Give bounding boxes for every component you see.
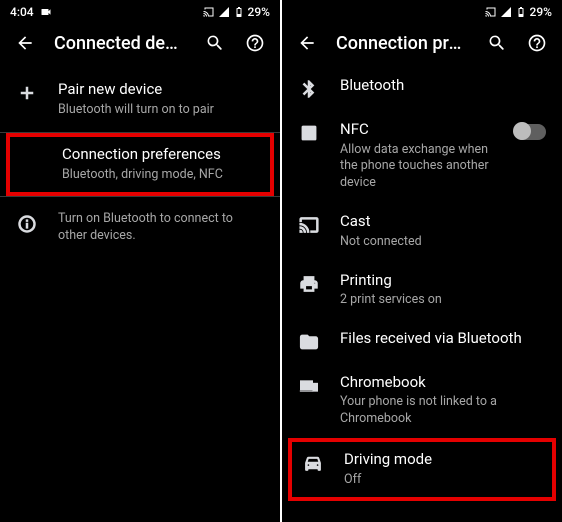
row-title: Driving mode: [344, 450, 542, 470]
driving-mode-highlight: Driving mode Off: [288, 438, 556, 500]
row-title: Chromebook: [340, 373, 546, 393]
camera-icon: [40, 6, 52, 18]
cast-row[interactable]: Cast Not connected: [282, 202, 562, 260]
back-button[interactable]: [14, 32, 36, 54]
info-icon: [16, 213, 38, 235]
row-title: Printing: [340, 271, 546, 291]
status-battery: 29%: [248, 5, 270, 19]
row-title: Pair new device: [58, 80, 264, 100]
folder-icon: [298, 331, 320, 353]
cast-status-icon: [203, 6, 215, 18]
connection-preferences-row[interactable]: Connection preferences Bluetooth, drivin…: [10, 137, 270, 191]
appbar: Connected devices: [0, 22, 280, 66]
row-sub: Not connected: [340, 234, 546, 251]
row-sub: Your phone is not linked to a Chromebook: [340, 394, 546, 428]
row-title: Bluetooth: [340, 76, 546, 96]
cast-icon: [298, 214, 320, 236]
status-time: 4:04: [10, 5, 34, 19]
cast-status-icon: [485, 6, 497, 18]
statusbar: 29%: [282, 0, 562, 22]
connection-preferences-highlight: Connection preferences Bluetooth, drivin…: [6, 133, 274, 195]
chromebook-row[interactable]: Chromebook Your phone is not linked to a…: [282, 363, 562, 438]
help-button[interactable]: [244, 32, 266, 54]
bluetooth-row[interactable]: Bluetooth: [282, 66, 562, 110]
search-button[interactable]: [486, 32, 508, 54]
row-sub: Allow data exchange when the phone touch…: [340, 142, 494, 193]
row-sub: Bluetooth will turn on to pair: [58, 102, 264, 119]
row-sub: Off: [344, 472, 542, 489]
statusbar: 4:04 29%: [0, 0, 280, 22]
signal-icon: [218, 6, 230, 18]
info-row: Turn on Bluetooth to connect to other de…: [0, 197, 280, 259]
nfc-icon: [298, 122, 320, 144]
help-button[interactable]: [526, 32, 548, 54]
plus-icon: [16, 82, 38, 104]
bluetooth-icon: [298, 78, 320, 100]
row-title: Files received via Bluetooth: [340, 329, 546, 349]
car-icon: [302, 452, 324, 474]
nfc-row[interactable]: NFC Allow data exchange when the phone t…: [282, 110, 562, 202]
phone-left: 4:04 29% Connected devices: [0, 0, 280, 522]
search-button[interactable]: [204, 32, 226, 54]
row-title: Cast: [340, 212, 546, 232]
battery-icon: [515, 6, 527, 18]
battery-icon: [233, 6, 245, 18]
page-title: Connected devices: [54, 33, 186, 54]
row-title: NFC: [340, 120, 494, 140]
back-button[interactable]: [296, 32, 318, 54]
appbar: Connection preferen...: [282, 22, 562, 66]
phone-right: 29% Connection preferen... Bluetooth: [282, 0, 562, 522]
page-title: Connection preferen...: [336, 33, 468, 54]
row-sub: 2 print services on: [340, 292, 546, 309]
row-title: Connection preferences: [62, 145, 260, 165]
info-text: Turn on Bluetooth to connect to other de…: [58, 211, 264, 245]
signal-icon: [500, 6, 512, 18]
row-sub: Bluetooth, driving mode, NFC: [62, 167, 260, 184]
print-icon: [298, 273, 320, 295]
nfc-toggle[interactable]: [514, 124, 546, 140]
pair-new-device-row[interactable]: Pair new device Bluetooth will turn on t…: [0, 66, 280, 132]
status-battery: 29%: [530, 5, 552, 19]
printing-row[interactable]: Printing 2 print services on: [282, 261, 562, 319]
spacer-icon: [20, 147, 42, 169]
devices-icon: [298, 375, 320, 397]
files-received-row[interactable]: Files received via Bluetooth: [282, 319, 562, 363]
driving-mode-row[interactable]: Driving mode Off: [292, 442, 552, 496]
